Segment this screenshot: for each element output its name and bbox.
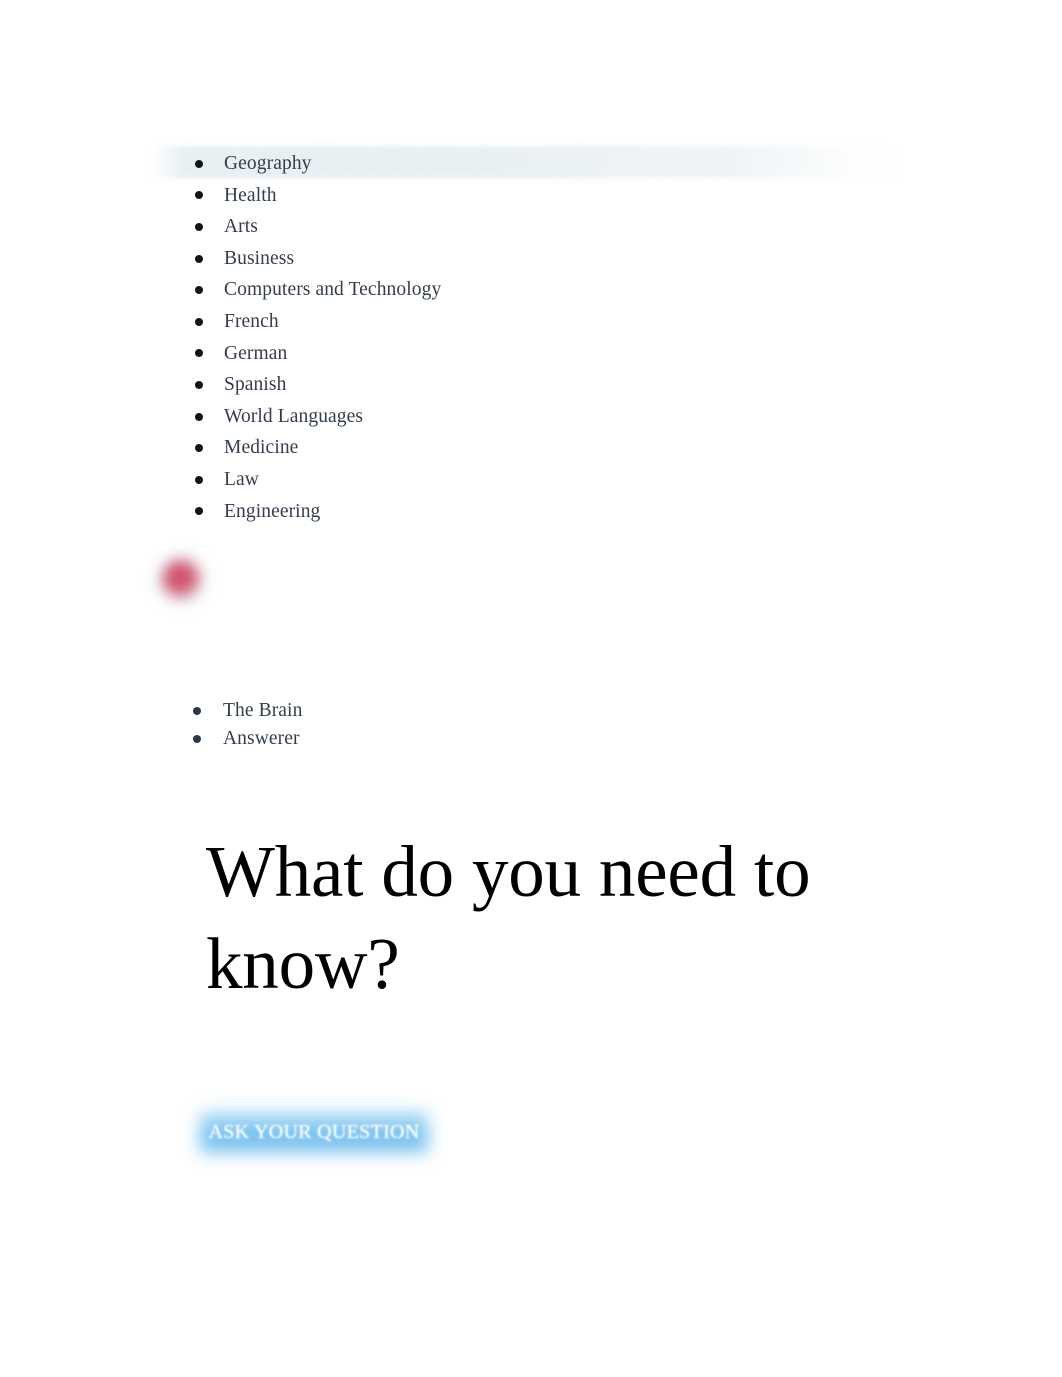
- bullet-icon: [195, 444, 203, 453]
- list-item[interactable]: German: [185, 338, 885, 370]
- subject-category-list: Geography Health Arts Business Computers…: [185, 148, 885, 527]
- page-canvas: Geography Health Arts Business Computers…: [0, 0, 1062, 1377]
- list-item[interactable]: Health: [185, 180, 885, 212]
- secondary-link-list: The Brain Answerer: [185, 697, 685, 753]
- bullet-icon: [193, 735, 201, 743]
- bullet-icon: [195, 286, 203, 295]
- subject-label: Engineering: [224, 500, 321, 522]
- bullet-icon: [195, 349, 203, 358]
- list-item[interactable]: Medicine: [185, 432, 885, 464]
- list-item[interactable]: Law: [185, 464, 885, 496]
- list-item[interactable]: Spanish: [185, 369, 885, 401]
- bullet-icon: [195, 380, 203, 389]
- bullet-icon: [195, 412, 203, 421]
- logo-core: [162, 560, 200, 598]
- subject-label: French: [224, 310, 279, 332]
- list-item[interactable]: Computers and Technology: [185, 274, 885, 306]
- bullet-icon: [195, 222, 203, 231]
- ask-question-cta-wrapper: ASK YOUR QUESTION: [186, 1098, 442, 1168]
- subject-label: Computers and Technology: [224, 279, 442, 301]
- meta-label: The Brain: [223, 700, 303, 721]
- circle-logo-icon[interactable]: [145, 543, 217, 615]
- list-item[interactable]: French: [185, 306, 885, 338]
- list-item[interactable]: The Brain: [185, 697, 685, 725]
- list-item[interactable]: World Languages: [185, 401, 885, 433]
- meta-label: Answerer: [223, 728, 300, 749]
- bullet-icon: [195, 507, 203, 516]
- list-item[interactable]: Geography: [185, 148, 885, 180]
- bullet-icon: [195, 475, 203, 484]
- page-title: What do you need to know?: [206, 831, 811, 1004]
- cta-label: ASK YOUR QUESTION: [208, 1121, 420, 1143]
- ask-your-question-button[interactable]: ASK YOUR QUESTION: [200, 1112, 428, 1153]
- bullet-icon: [195, 317, 203, 326]
- list-item[interactable]: Arts: [185, 211, 885, 243]
- subject-label: Spanish: [224, 374, 287, 396]
- list-item[interactable]: Business: [185, 243, 885, 275]
- subject-label: Law: [224, 468, 259, 490]
- subject-label: World Languages: [224, 405, 364, 427]
- list-item[interactable]: Answerer: [185, 725, 685, 753]
- list-item[interactable]: Engineering: [185, 496, 885, 528]
- bullet-icon: [195, 159, 203, 168]
- subject-label: Business: [224, 247, 295, 269]
- subject-label: Medicine: [224, 437, 299, 459]
- subject-label: German: [224, 342, 288, 364]
- subject-label: Arts: [224, 216, 258, 238]
- subject-label: Geography: [224, 153, 312, 174]
- subject-label: Health: [224, 184, 277, 206]
- bullet-icon: [195, 191, 203, 200]
- bullet-icon: [195, 254, 203, 263]
- bullet-icon: [193, 707, 201, 715]
